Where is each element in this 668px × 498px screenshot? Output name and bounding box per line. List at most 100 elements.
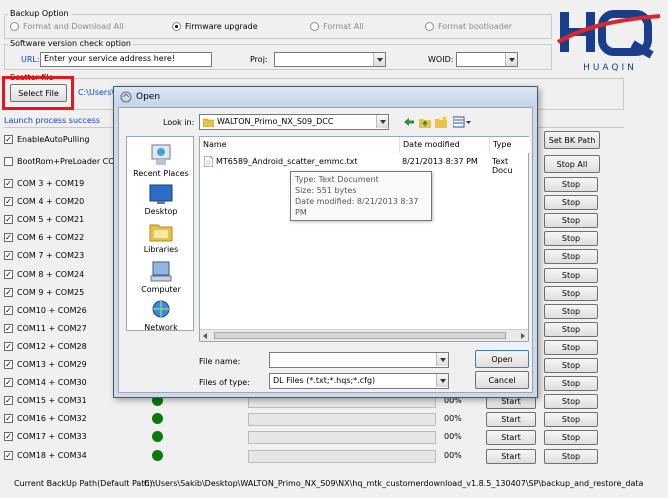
enable-auto-polling-checkbox[interactable]: ✓ EnableAutoPulling bbox=[4, 135, 89, 144]
file-name-input[interactable] bbox=[269, 352, 449, 368]
scrollbar-thumb[interactable] bbox=[214, 332, 506, 339]
checkmark-icon: ✓ bbox=[4, 288, 13, 297]
com-label: COM 6 + COM22 bbox=[17, 233, 85, 242]
bootrom-preloader-checkbox[interactable]: BootRom+PreLoader COM S bbox=[4, 157, 129, 166]
com-checkbox[interactable]: ✓ COM 7 + COM23 bbox=[4, 251, 84, 260]
chevron-down-icon[interactable] bbox=[376, 115, 388, 128]
tooltip-date: Date modified: 8/21/2013 8:37 PM bbox=[295, 197, 419, 217]
stop-button[interactable]: Stop bbox=[544, 376, 598, 391]
com-checkbox[interactable]: ✓ COM17 + COM33 bbox=[4, 432, 87, 441]
place-network[interactable]: Network bbox=[127, 299, 195, 332]
dialog-titlebar[interactable]: Open bbox=[114, 87, 537, 107]
files-of-type-value: DL Files (*.txt;*.hqs;*.cfg) bbox=[273, 376, 376, 385]
column-header-date[interactable]: Date modified bbox=[400, 137, 490, 153]
stop-button[interactable]: Stop bbox=[544, 213, 598, 228]
radio-label: Format All bbox=[323, 22, 364, 31]
com-checkbox[interactable]: ✓ COM11 + COM27 bbox=[4, 324, 87, 333]
stop-button[interactable]: Stop bbox=[544, 268, 598, 283]
com-checkbox[interactable]: ✓ COM 3 + COM19 bbox=[4, 179, 84, 188]
files-of-type-select[interactable]: DL Files (*.txt;*.hqs;*.cfg) bbox=[269, 373, 449, 389]
start-button[interactable]: Start bbox=[486, 449, 536, 464]
stop-button[interactable]: Stop bbox=[544, 322, 598, 337]
look-in-label: Look in: bbox=[163, 118, 195, 127]
set-bk-path-button[interactable]: Set BK Path bbox=[544, 131, 600, 149]
look-in-combo[interactable]: WALTON_Primo_NX_S09_DCC bbox=[199, 114, 389, 130]
chevron-down-icon[interactable] bbox=[436, 374, 448, 387]
com-checkbox[interactable]: ✓ COM10 + COM26 bbox=[4, 306, 87, 315]
chevron-down-icon[interactable] bbox=[505, 53, 517, 66]
column-header-name[interactable]: Name bbox=[200, 137, 400, 153]
open-button[interactable]: Open bbox=[475, 350, 529, 368]
status-text: Launch process success bbox=[4, 116, 101, 125]
com-checkbox[interactable]: ✓ COM18 + COM34 bbox=[4, 451, 87, 460]
url-input[interactable]: Enter your service address here! bbox=[40, 52, 212, 67]
back-arrow-icon[interactable] bbox=[403, 116, 415, 128]
radio-dot bbox=[425, 22, 434, 31]
progress-percent: 00% bbox=[444, 451, 462, 460]
file-row[interactable]: MT6589_Android_scatter_emmc.txt 8/21/201… bbox=[200, 155, 530, 175]
stop-button[interactable]: Stop bbox=[544, 358, 598, 373]
place-computer[interactable]: Computer bbox=[127, 261, 195, 294]
huaqin-logo: HUAQIN bbox=[557, 10, 661, 73]
stop-all-button[interactable]: Stop All bbox=[544, 155, 600, 173]
radio-dot bbox=[172, 22, 181, 31]
new-folder-icon[interactable] bbox=[435, 116, 447, 128]
com-checkbox[interactable]: ✓ COM16 + COM32 bbox=[4, 414, 87, 423]
chevron-down-icon[interactable] bbox=[373, 53, 385, 66]
place-label: Desktop bbox=[144, 207, 178, 216]
start-button[interactable]: Start bbox=[486, 412, 536, 427]
file-name: MT6589_Android_scatter_emmc.txt bbox=[216, 157, 358, 166]
proj-combo[interactable] bbox=[274, 52, 386, 67]
com-label: COM11 + COM27 bbox=[17, 324, 87, 333]
place-libraries[interactable]: Libraries bbox=[127, 221, 195, 254]
com-checkbox[interactable]: ✓ COM14 + COM30 bbox=[4, 378, 87, 387]
woid-combo[interactable] bbox=[456, 52, 518, 67]
chevron-down-icon[interactable] bbox=[436, 353, 448, 366]
version-check-title: Software version check option bbox=[8, 39, 133, 48]
stop-button[interactable]: Stop bbox=[544, 412, 598, 427]
com-label: COM10 + COM26 bbox=[17, 306, 87, 315]
progress-bar bbox=[248, 431, 436, 444]
com-checkbox[interactable]: ✓ COM13 + COM29 bbox=[4, 360, 87, 369]
stop-button[interactable]: Stop bbox=[544, 177, 598, 192]
com-label: COM12 + COM28 bbox=[17, 342, 87, 351]
com-checkbox[interactable]: ✓ COM12 + COM28 bbox=[4, 342, 87, 351]
stop-button[interactable]: Stop bbox=[544, 195, 598, 210]
radio-firmware-upgrade[interactable]: Firmware upgrade bbox=[172, 22, 258, 31]
stop-button[interactable]: Stop bbox=[544, 430, 598, 445]
com-checkbox[interactable]: ✓ COM 9 + COM25 bbox=[4, 288, 84, 297]
stop-button[interactable]: Stop bbox=[544, 449, 598, 464]
start-button[interactable]: Start bbox=[486, 430, 536, 445]
stop-button[interactable]: Stop bbox=[544, 394, 598, 409]
com-checkbox[interactable]: ✓ COM 6 + COM22 bbox=[4, 233, 84, 242]
com-checkbox[interactable]: ✓ COM 8 + COM24 bbox=[4, 270, 84, 279]
radio-format-bootloader[interactable]: Format bootloader bbox=[425, 22, 512, 31]
stop-button[interactable]: Stop bbox=[544, 249, 598, 264]
view-menu-icon[interactable] bbox=[453, 116, 471, 128]
cancel-button[interactable]: Cancel bbox=[475, 371, 529, 389]
checkbox-box bbox=[4, 157, 13, 166]
checkmark-icon: ✓ bbox=[4, 135, 13, 144]
com-checkbox[interactable]: ✓ COM15 + COM31 bbox=[4, 396, 87, 405]
com-checkbox[interactable]: ✓ COM 5 + COM21 bbox=[4, 215, 84, 224]
radio-format-all[interactable]: Format All bbox=[310, 22, 364, 31]
scroll-right-icon[interactable] bbox=[521, 333, 525, 339]
stop-button[interactable]: Stop bbox=[544, 304, 598, 319]
look-in-value: WALTON_Primo_NX_S09_DCC bbox=[217, 117, 334, 126]
place-recent-places[interactable]: Recent Places bbox=[127, 143, 195, 178]
radio-format-download-all[interactable]: Format and Download All bbox=[10, 22, 124, 31]
select-file-button[interactable]: Select File bbox=[10, 84, 67, 102]
stop-button[interactable]: Stop bbox=[544, 340, 598, 355]
column-header-type[interactable]: Type bbox=[490, 137, 530, 153]
horizontal-scrollbar[interactable] bbox=[200, 329, 528, 341]
stop-button[interactable]: Stop bbox=[544, 231, 598, 246]
radio-label: Format and Download All bbox=[23, 22, 124, 31]
scroll-left-icon[interactable] bbox=[203, 333, 207, 339]
up-folder-icon[interactable] bbox=[419, 116, 431, 128]
text-file-icon bbox=[204, 156, 213, 167]
com-checkbox[interactable]: ✓ COM 4 + COM20 bbox=[4, 197, 84, 206]
radio-label: Format bootloader bbox=[438, 22, 513, 31]
stop-button[interactable]: Stop bbox=[544, 286, 598, 301]
place-desktop[interactable]: Desktop bbox=[127, 183, 195, 216]
place-label: Recent Places bbox=[133, 169, 189, 178]
